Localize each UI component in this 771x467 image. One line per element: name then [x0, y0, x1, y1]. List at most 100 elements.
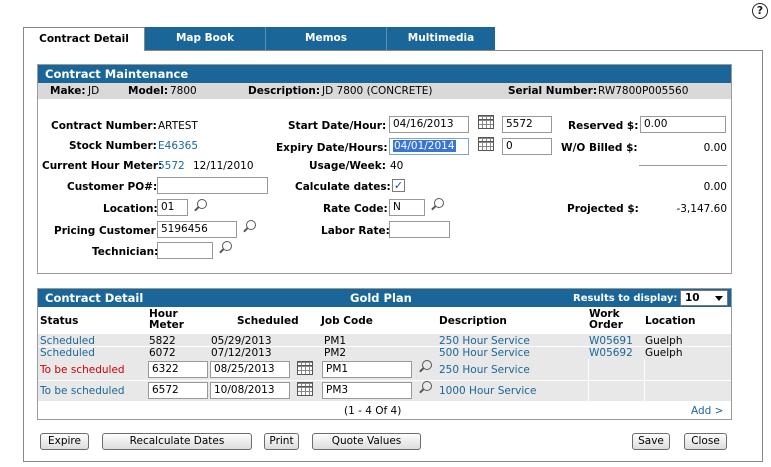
projected-label: Projected $:	[567, 203, 639, 215]
col-work-order-line2: Order	[589, 319, 623, 331]
section-title: Contract Maintenance	[38, 65, 731, 83]
row3-hour-meter-input[interactable]: 6322	[148, 361, 208, 378]
row2-location: Guelph	[645, 347, 683, 359]
description-value: JD 7800 (CONCRETE)	[322, 85, 433, 97]
pricing-customer-input[interactable]: 5196456	[157, 221, 237, 238]
row2-job-code: PM2	[324, 347, 347, 359]
pricing-customer-search-icon[interactable]	[242, 220, 256, 234]
start-date-calendar-icon[interactable]	[478, 115, 494, 129]
row4-job-code-input[interactable]: PM3	[322, 382, 412, 399]
results-to-display-label: Results to display:	[573, 293, 678, 304]
expiry-hours-input[interactable]: 0	[502, 138, 552, 155]
row1-work-order-link[interactable]: W05691	[589, 335, 633, 347]
contract-number-label: Contract Number:	[51, 120, 157, 132]
stock-number-link[interactable]: E46365	[158, 140, 198, 152]
wo-billed-label: W/O Billed $:	[561, 142, 638, 154]
location-search-icon[interactable]	[193, 199, 207, 213]
make-value: JD	[88, 85, 100, 97]
start-date-label: Start Date/Hour:	[288, 120, 387, 132]
pagination-info: (1 - 4 Of 4)	[344, 405, 402, 417]
reserved-label: Reserved $:	[568, 120, 639, 132]
results-to-display-value: 10	[685, 292, 700, 304]
serial-label: Serial Number:	[508, 85, 598, 97]
usage-week-label: Usage/Week:	[309, 160, 386, 172]
calculate-dates-checkbox[interactable]: ✓	[392, 179, 405, 192]
reserved-input[interactable]: 0.00	[640, 116, 726, 133]
recalculate-dates-button[interactable]: Recalculate Dates	[102, 433, 252, 450]
row3-status-link[interactable]: To be scheduled	[40, 364, 125, 376]
plan-name: Gold Plan	[350, 291, 412, 305]
location-input[interactable]: 01	[157, 199, 188, 216]
row1-location: Guelph	[645, 335, 683, 347]
row2-hour-meter: 6072	[149, 347, 176, 359]
wo-billed-value: 0.00	[703, 142, 727, 154]
col-hour-meter-line2: Meter	[149, 319, 184, 331]
results-to-display-select[interactable]: 10	[680, 290, 728, 306]
tab-contract-detail[interactable]: Contract Detail	[23, 27, 145, 51]
expiry-date-label: Expiry Date/Hours:	[276, 142, 388, 154]
row2-work-order-link[interactable]: W05692	[589, 347, 633, 359]
rate-code-input[interactable]: N	[389, 199, 425, 216]
row3-job-code-search-icon[interactable]	[418, 360, 432, 374]
technician-search-icon[interactable]	[218, 241, 232, 255]
calculate-dates-label: Calculate dates:	[295, 181, 391, 193]
row4-job-code-search-icon[interactable]	[418, 381, 432, 395]
customer-po-input[interactable]	[157, 177, 268, 194]
labor-rate-input[interactable]	[389, 221, 450, 238]
col-scheduled: Scheduled	[237, 315, 299, 327]
current-hour-meter-link[interactable]: 5572	[158, 160, 185, 172]
row1-hour-meter: 5822	[149, 335, 176, 347]
start-date-input[interactable]: 04/16/2013	[389, 116, 469, 133]
row4-status-link[interactable]: To be scheduled	[40, 385, 125, 397]
equipment-summary-bar: Make: JD Model: 7800 Description: JD 780…	[38, 83, 731, 99]
row2-description-link[interactable]: 500 Hour Service	[439, 347, 530, 359]
row4-calendar-icon[interactable]	[297, 382, 313, 396]
row1-scheduled: 05/29/2013	[211, 335, 272, 347]
contract-detail-header: Contract Detail Gold Plan Results to dis…	[38, 289, 731, 307]
row1-status-link[interactable]: Scheduled	[40, 335, 95, 347]
row3-description-link[interactable]: 250 Hour Service	[439, 364, 530, 376]
tab-multimedia[interactable]: Multimedia	[387, 27, 495, 50]
rate-code-search-icon[interactable]	[430, 198, 444, 212]
technician-label: Technician:	[92, 246, 159, 258]
subtotal-value: 0.00	[703, 181, 727, 193]
technician-input[interactable]	[157, 242, 213, 259]
stock-number-label: Stock Number:	[69, 140, 157, 152]
col-status: Status	[40, 315, 79, 327]
save-button[interactable]: Save	[632, 433, 670, 450]
current-hour-meter-label: Current Hour Meter:	[42, 160, 163, 172]
row2-scheduled: 07/12/2013	[211, 347, 272, 359]
row3-calendar-icon[interactable]	[297, 361, 313, 375]
model-label: Model:	[128, 85, 169, 97]
help-icon[interactable]: ?	[752, 3, 768, 19]
serial-value: RW7800P005560	[598, 85, 689, 97]
expiry-date-calendar-icon[interactable]	[478, 137, 494, 151]
row1-job-code: PM1	[324, 335, 347, 347]
tab-memos[interactable]: Memos	[266, 27, 387, 50]
expire-button[interactable]: Expire	[40, 433, 89, 450]
expiry-date-input[interactable]: 04/01/2014	[389, 138, 469, 155]
contract-number-value: ARTEST	[158, 120, 198, 132]
projected-value: -3,147.60	[676, 203, 727, 215]
close-button[interactable]: Close	[684, 433, 727, 450]
row1-description-link[interactable]: 250 Hour Service	[439, 335, 530, 347]
totals-divider	[639, 165, 727, 166]
cell-divider	[588, 359, 589, 401]
expiry-date-value: 04/01/2014	[393, 140, 456, 152]
print-button[interactable]: Print	[264, 433, 299, 450]
labor-rate-label: Labor Rate:	[321, 225, 390, 237]
row3-job-code-input[interactable]: PM1	[322, 361, 412, 378]
row2-status-link[interactable]: Scheduled	[40, 347, 95, 359]
row3-scheduled-input[interactable]: 08/25/2013	[210, 361, 290, 378]
quote-values-button[interactable]: Quote Values	[312, 433, 421, 450]
model-value: 7800	[170, 85, 197, 97]
row4-scheduled-input[interactable]: 10/08/2013	[210, 382, 290, 399]
col-location: Location	[645, 315, 696, 327]
row4-hour-meter-input[interactable]: 6572	[148, 382, 208, 399]
tab-map-book[interactable]: Map Book	[145, 27, 266, 50]
add-row-link[interactable]: Add >	[691, 405, 723, 417]
row4-description-link[interactable]: 1000 Hour Service	[439, 385, 537, 397]
start-hour-input[interactable]: 5572	[502, 116, 552, 133]
description-label: Description:	[248, 85, 321, 97]
chevron-down-icon	[715, 296, 723, 301]
